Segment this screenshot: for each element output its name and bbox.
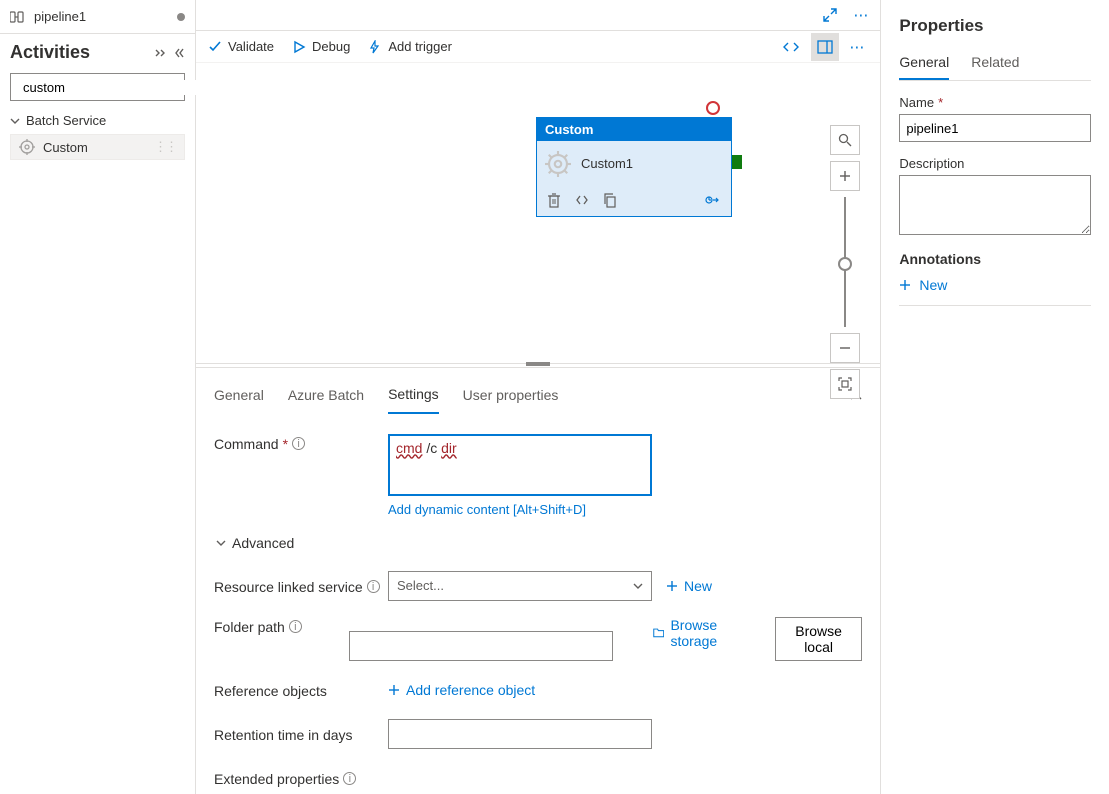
advanced-toggle[interactable]: Advanced (216, 535, 862, 551)
add-dynamic-content-link[interactable]: Add dynamic content [Alt+Shift+D] (388, 502, 652, 517)
more-icon[interactable]: ⋯ (849, 6, 872, 24)
pipeline-icon (10, 10, 26, 24)
collapse-sidebar-icon[interactable] (175, 47, 185, 59)
search-input[interactable] (23, 80, 199, 95)
flow-icon[interactable] (705, 193, 721, 208)
browse-local-button[interactable]: Browse local (775, 617, 863, 661)
check-icon (208, 40, 222, 54)
chevron-down-icon (633, 581, 643, 591)
node-header: Custom (537, 118, 731, 141)
output-connector[interactable] (732, 155, 742, 169)
properties-tab-related[interactable]: Related (971, 50, 1019, 80)
properties-title: Properties (899, 16, 1091, 36)
gear-icon (19, 139, 35, 155)
folder-path-label: Folder path i (214, 617, 349, 635)
name-input[interactable] (899, 114, 1091, 142)
tab-title: pipeline1 (34, 9, 86, 24)
activities-sidebar: pipeline1 Activities Batch Service Custo… (0, 0, 196, 794)
command-input[interactable]: cmd /c dir (388, 434, 652, 496)
pipeline-canvas[interactable]: Custom Custom1 (196, 63, 880, 363)
new-annotation-button[interactable]: New (899, 273, 1091, 306)
activities-search[interactable] (10, 73, 185, 101)
tab-general[interactable]: General (214, 381, 264, 413)
properties-panel: Properties General Related Name* Descrip… (881, 0, 1109, 794)
activity-custom[interactable]: Custom ⋮⋮ (10, 134, 185, 160)
zoom-slider[interactable] (844, 197, 846, 327)
name-label: Name* (899, 95, 1091, 110)
tab-azure-batch[interactable]: Azure Batch (288, 381, 364, 413)
editor-tab[interactable]: pipeline1 (0, 0, 195, 34)
settings-tabs: General Azure Batch Settings User proper… (214, 368, 862, 414)
properties-tabs: General Related (899, 50, 1091, 81)
zoom-in-button[interactable] (830, 161, 860, 191)
info-icon[interactable]: i (289, 620, 302, 633)
drag-handle-icon: ⋮⋮ (154, 139, 176, 155)
new-linked-service-button[interactable]: New (666, 578, 712, 594)
settings-panel: General Azure Batch Settings User proper… (196, 367, 880, 794)
code-view-button[interactable] (777, 33, 805, 61)
pipeline-toolbar: Validate Debug Add trigger ⋯ (196, 31, 880, 62)
tab-settings[interactable]: Settings (388, 380, 439, 414)
activities-heading: Activities (10, 42, 149, 63)
resource-linked-select[interactable]: Select... (388, 571, 652, 601)
horizontal-splitter[interactable] (196, 363, 880, 367)
info-icon[interactable]: i (343, 772, 356, 785)
properties-toggle-button[interactable] (811, 33, 839, 61)
zoom-out-button[interactable] (830, 333, 860, 363)
expand-icon[interactable] (819, 8, 841, 22)
command-label: Command* i (214, 434, 388, 452)
unsaved-indicator (177, 13, 185, 21)
activity-label: Custom (43, 140, 88, 155)
tab-user-properties[interactable]: User properties (463, 381, 559, 413)
properties-tab-general[interactable]: General (899, 50, 949, 80)
validate-button[interactable]: Validate (208, 39, 274, 54)
folder-path-input[interactable] (349, 631, 613, 661)
play-icon (292, 40, 306, 54)
group-batch-service[interactable]: Batch Service (0, 109, 195, 132)
resource-linked-label: Resource linked service i (214, 577, 388, 595)
extended-props-label: Extended properties i (214, 769, 356, 787)
activity-node-custom1[interactable]: Custom Custom1 (536, 117, 732, 217)
description-input[interactable] (899, 175, 1091, 235)
browse-storage-link[interactable]: Browse storage (653, 617, 745, 649)
window-controls: ⋯ (196, 0, 880, 31)
chevron-down-icon (10, 116, 20, 126)
trigger-icon (368, 40, 382, 54)
code-icon[interactable] (575, 193, 589, 208)
main-area: ⋯ Validate Debug Add trigger ⋯ Cust (196, 0, 881, 794)
zoom-thumb[interactable] (838, 257, 852, 271)
delete-icon[interactable] (547, 193, 561, 208)
chevron-down-icon (216, 538, 226, 548)
plus-icon (899, 279, 911, 291)
node-body: Custom1 (537, 141, 731, 187)
add-trigger-button[interactable]: Add trigger (368, 39, 452, 54)
retention-label: Retention time in days (214, 725, 388, 743)
description-label: Description (899, 156, 1091, 171)
add-reference-object-button[interactable]: Add reference object (388, 682, 535, 698)
debug-button[interactable]: Debug (292, 39, 350, 54)
activities-header: Activities (0, 34, 195, 67)
info-icon[interactable]: i (292, 437, 305, 450)
copy-icon[interactable] (603, 193, 617, 208)
node-actions (537, 187, 731, 216)
retention-input[interactable] (388, 719, 652, 749)
toolbar-more-icon[interactable]: ⋯ (845, 38, 868, 56)
info-icon[interactable]: i (367, 580, 380, 593)
gear-icon (545, 151, 571, 177)
validation-error-badge (706, 101, 720, 115)
node-name: Custom1 (581, 156, 633, 171)
reference-objects-label: Reference objects (214, 681, 388, 699)
annotations-heading: Annotations (899, 251, 1091, 267)
expand-all-icon[interactable] (155, 47, 169, 59)
zoom-fit-button[interactable] (830, 369, 860, 399)
zoom-search-button[interactable] (830, 125, 860, 155)
folder-icon (653, 626, 664, 639)
